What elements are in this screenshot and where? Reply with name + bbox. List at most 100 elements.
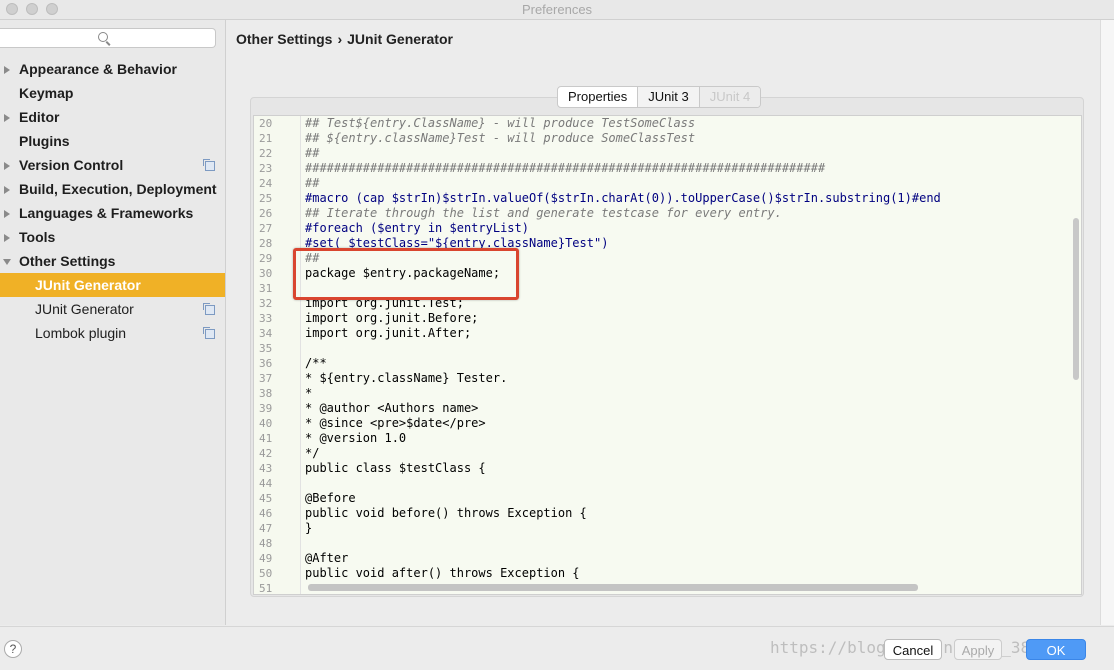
project-settings-icon xyxy=(203,327,215,339)
apply-button[interactable]: Apply xyxy=(954,639,1002,660)
line-text: public class $testClass { xyxy=(305,461,486,475)
sidebar-item-label: Build, Execution, Deployment xyxy=(19,181,217,197)
breadcrumb: Other Settings › JUnit Generator xyxy=(236,31,453,47)
sidebar-item-keymap[interactable]: Keymap xyxy=(0,81,225,105)
code-line: 36 /** xyxy=(254,356,1081,371)
line-text: * xyxy=(305,386,313,400)
code-line: 35 xyxy=(254,341,1081,356)
tab-junit4[interactable]: JUnit 4 xyxy=(699,87,761,107)
code-line: 38 * xyxy=(254,386,1081,401)
expand-arrow-icon[interactable] xyxy=(4,234,10,242)
sidebar-item-label: JUnit Generator xyxy=(35,277,141,293)
breadcrumb-current: JUnit Generator xyxy=(347,31,453,47)
sidebar-item-languages-frameworks[interactable]: Languages & Frameworks xyxy=(0,201,225,225)
project-settings-icon xyxy=(203,303,215,315)
sidebar-item-label: Plugins xyxy=(19,133,70,149)
line-number: 22 xyxy=(259,147,273,160)
code-line: 34 import org.junit.After; xyxy=(254,326,1081,341)
line-number: 20 xyxy=(259,117,273,130)
line-text: ## xyxy=(305,146,320,160)
code-line: 43 public class $testClass { xyxy=(254,461,1081,476)
tab-properties[interactable]: Properties xyxy=(558,87,639,107)
line-text: #macro (cap $strIn)$strIn.valueOf($strIn… xyxy=(305,191,941,205)
line-text: import org.junit.After; xyxy=(305,326,472,340)
sidebar-item-editor[interactable]: Editor xyxy=(0,105,225,129)
line-text: */ xyxy=(305,446,320,460)
background-window-edge xyxy=(1100,20,1114,625)
settings-tree: Appearance & Behavior Keymap Editor Plug… xyxy=(0,57,225,345)
line-number: 26 xyxy=(259,207,273,220)
line-number: 29 xyxy=(259,252,273,265)
expand-arrow-icon[interactable] xyxy=(4,66,10,74)
line-text: ## xyxy=(305,176,320,190)
expand-arrow-icon[interactable] xyxy=(4,162,10,170)
line-text: ## ${entry.className}Test - will produce… xyxy=(305,131,696,145)
editor-horizontal-scrollbar[interactable] xyxy=(308,584,918,591)
line-number: 36 xyxy=(259,357,273,370)
sidebar-item-label: Appearance & Behavior xyxy=(19,61,177,77)
line-text: @After xyxy=(305,551,349,565)
window-title: Preferences xyxy=(521,2,593,17)
sidebar-item-label: Lombok plugin xyxy=(35,325,127,341)
code-line: 44 xyxy=(254,476,1081,491)
line-number: 31 xyxy=(259,282,273,295)
help-button[interactable]: ? xyxy=(4,640,22,658)
settings-sidebar: Appearance & Behavior Keymap Editor Plug… xyxy=(0,20,226,625)
line-number: 47 xyxy=(259,522,273,535)
code-line: 40 * @since <pre>$date</pre> xyxy=(254,416,1081,431)
line-number: 34 xyxy=(259,327,273,340)
code-line: 42 */ xyxy=(254,446,1081,461)
line-number: 43 xyxy=(259,462,273,475)
sidebar-item-junit-generator-selected[interactable]: JUnit Generator xyxy=(0,273,225,297)
code-line: 33 import org.junit.Before; xyxy=(254,311,1081,326)
line-number: 27 xyxy=(259,222,273,235)
expand-arrow-icon[interactable] xyxy=(4,114,10,122)
line-text: @Before xyxy=(305,491,356,505)
sidebar-item-appearance-behavior[interactable]: Appearance & Behavior xyxy=(0,57,225,81)
code-line: 50 public void after() throws Exception { xyxy=(254,566,1081,581)
template-tabs: Properties JUnit 3 JUnit 4 xyxy=(557,86,762,108)
ok-button[interactable]: OK xyxy=(1026,639,1086,660)
code-line: 26 ## Iterate through the list and genera… xyxy=(254,206,1081,221)
expand-arrow-icon[interactable] xyxy=(4,210,10,218)
sidebar-item-version-control[interactable]: Version Control xyxy=(0,153,225,177)
sidebar-item-plugins[interactable]: Plugins xyxy=(0,129,225,153)
sidebar-item-lombok-plugin[interactable]: Lombok plugin xyxy=(0,321,225,345)
project-settings-icon xyxy=(203,159,215,171)
dialog-footer: ? https://blog.csdn.net/qq_38?0?66 Cance… xyxy=(0,626,1114,670)
line-number: 50 xyxy=(259,567,273,580)
code-line: 49 @After xyxy=(254,551,1081,566)
sidebar-item-label: Version Control xyxy=(19,157,124,173)
cancel-button[interactable]: Cancel xyxy=(884,639,942,660)
line-number: 39 xyxy=(259,402,273,415)
line-text: ## Iterate through the list and generate… xyxy=(305,206,782,220)
code-line: 22 ## xyxy=(254,146,1081,161)
sidebar-item-label: Editor xyxy=(19,109,60,125)
line-text: import org.junit.Before; xyxy=(305,311,479,325)
code-line: 24 ## xyxy=(254,176,1081,191)
sidebar-item-other-settings[interactable]: Other Settings xyxy=(0,249,225,273)
sidebar-item-junit-generator-project[interactable]: JUnit Generator xyxy=(0,297,225,321)
expand-arrow-icon[interactable] xyxy=(4,186,10,194)
line-number: 48 xyxy=(259,537,273,550)
sidebar-item-tools[interactable]: Tools xyxy=(0,225,225,249)
line-number: 30 xyxy=(259,267,273,280)
line-number: 44 xyxy=(259,477,273,490)
tab-junit3[interactable]: JUnit 3 xyxy=(638,87,700,107)
code-line: 39 * @author <Authors name> xyxy=(254,401,1081,416)
line-text: } xyxy=(305,521,313,535)
line-text: * @author <Authors name> xyxy=(305,401,479,415)
line-number: 24 xyxy=(259,177,273,190)
line-number: 41 xyxy=(259,432,273,445)
sidebar-item-build-execution-deployment[interactable]: Build, Execution, Deployment xyxy=(0,177,225,201)
editor-vertical-scrollbar[interactable] xyxy=(1073,218,1079,380)
annotation-highlight-box xyxy=(293,248,519,300)
settings-search-input[interactable] xyxy=(0,28,216,48)
line-number: 28 xyxy=(259,237,273,250)
line-number: 21 xyxy=(259,132,273,145)
line-number: 46 xyxy=(259,507,273,520)
sidebar-item-label: Other Settings xyxy=(19,253,116,269)
collapse-arrow-icon[interactable] xyxy=(3,259,11,265)
sidebar-item-label: Keymap xyxy=(19,85,74,101)
template-code-editor[interactable]: 20 ## Test${entry.ClassName} - will produ… xyxy=(253,115,1082,595)
